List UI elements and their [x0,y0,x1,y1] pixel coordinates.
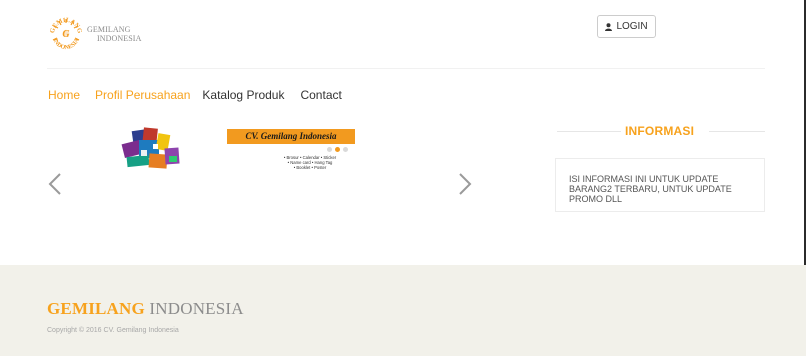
slide-dots [327,147,348,152]
site-logo[interactable]: GEMILANG INDONESIA G GEMILANG INDONESIA [48,15,141,51]
footer-brand-part1: GEMILANG [47,299,145,318]
copyright-text: Copyright © 2016 CV. Gemilang Indonesia [47,327,179,334]
login-button[interactable]: LOGIN [597,15,656,38]
nav-item-katalog-produk[interactable]: Katalog Produk [202,88,284,102]
informasi-text: ISI INFORMASI INI UNTUK UPDATE BARANG2 T… [569,174,732,204]
main-nav: Home Profil Perusahaan Katalog Produk Co… [48,88,342,102]
logo-emblem-icon: GEMILANG INDONESIA G [49,17,83,51]
carousel-next-button[interactable] [457,172,473,201]
user-icon [605,22,613,31]
login-label: LOGIN [616,21,648,32]
logo-name-line1: GEMILANG [87,25,131,34]
slide-dot[interactable] [343,147,348,152]
heading-rule-left [557,131,621,132]
svg-text:G: G [62,29,70,40]
footer-brand: GEMILANG INDONESIA [47,299,244,319]
footer: GEMILANG INDONESIA Copyright © 2016 CV. … [0,265,806,356]
informasi-heading: INFORMASI [557,124,765,138]
informasi-box: ISI INFORMASI INI UNTUK UPDATE BARANG2 T… [555,158,765,212]
chevron-left-icon [48,173,61,195]
nav-item-contact[interactable]: Contact [300,88,341,102]
product-line: • Booklet • Poster [293,165,327,171]
chevron-right-icon [459,173,472,195]
logo-name-line2: INDONESIA [97,34,142,43]
informasi-title: INFORMASI [625,124,695,138]
slide-banner: CV. Gemilang Indonesia [227,129,355,144]
image-carousel: CV. Gemilang Indonesia • Brosur • Calend… [47,124,477,234]
nav-item-profil-perusahaan[interactable]: Profil Perusahaan [95,88,190,102]
heading-rule-right [709,131,765,132]
product-list: • Brosur • Calendar • Sticker • Name car… [260,155,360,171]
product-collage-image [121,127,180,169]
nav-item-home[interactable]: Home [48,88,80,102]
slide-dot-active[interactable] [335,147,340,152]
slide-dot[interactable] [327,147,332,152]
logo-text: GEMILANG INDONESIA [87,25,141,43]
header-divider [47,68,765,69]
footer-brand-part2: INDONESIA [149,299,244,318]
carousel-prev-button[interactable] [47,172,63,201]
